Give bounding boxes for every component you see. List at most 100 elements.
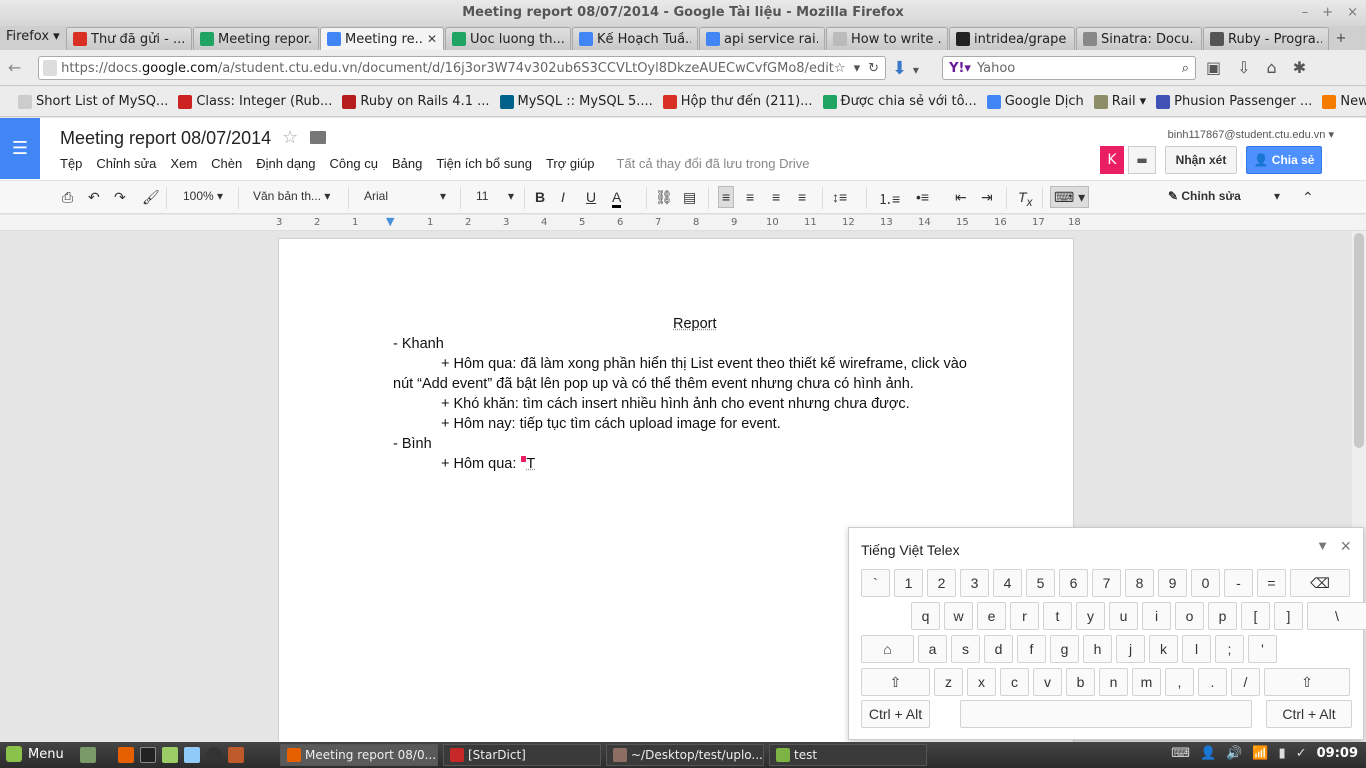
- bookmark-item[interactable]: Được chia sẻ với tô...: [822, 94, 977, 109]
- browser-tab[interactable]: Kế Hoạch Tuầ...: [572, 27, 698, 50]
- bookmark-item[interactable]: Phusion Passenger ...: [1156, 94, 1312, 109]
- keyboard-key[interactable]: -: [1224, 569, 1253, 597]
- redo-icon[interactable]: ↷: [114, 189, 126, 206]
- space-key[interactable]: [960, 700, 1252, 728]
- home-icon[interactable]: ⌂: [1267, 58, 1277, 77]
- show-desktop-icon[interactable]: [80, 747, 96, 763]
- keyboard-key[interactable]: .: [1198, 668, 1227, 696]
- keyboard-key[interactable]: d: [984, 635, 1013, 663]
- keyboard-key[interactable]: 0: [1191, 569, 1220, 597]
- extension-icon[interactable]: ✱: [1293, 58, 1306, 77]
- ruler[interactable]: 3 2 1 1 2 3 4 5 6 7 8 9 10 11 12 13 14 15 16 17 18 ▼: [0, 215, 1366, 231]
- browser-tab[interactable]: Meeting repor...: [193, 27, 319, 50]
- back-arrow-icon[interactable]: ←: [8, 58, 28, 78]
- bookmark-item[interactable]: Google Dịch: [986, 94, 1084, 109]
- justify-icon[interactable]: ≡: [798, 189, 806, 205]
- browser-tab[interactable]: api service rai...: [699, 27, 825, 50]
- url-bar[interactable]: https://docs. google.com/a/student.ctu.ed…: [38, 56, 886, 80]
- input-tools-icon[interactable]: ⌨ ▾: [1050, 186, 1090, 208]
- sublime-icon[interactable]: [228, 747, 244, 763]
- comments-button[interactable]: Nhận xét: [1165, 146, 1237, 174]
- keyboard-key[interactable]: g: [1050, 635, 1079, 663]
- search-bar[interactable]: Y!▾ Yahoo ⌕: [942, 56, 1196, 80]
- keyboard-key[interactable]: w: [944, 602, 973, 630]
- menu-item[interactable]: Xem: [170, 156, 197, 171]
- print-icon[interactable]: ⎙: [62, 189, 73, 206]
- update-icon[interactable]: ✓: [1296, 746, 1307, 761]
- user-icon[interactable]: 👤: [1200, 746, 1216, 761]
- folder-icon[interactable]: [310, 131, 326, 144]
- browser-tab[interactable]: Sinatra: Docu...: [1076, 27, 1202, 50]
- start-menu-button[interactable]: Menu: [6, 746, 64, 762]
- menu-item[interactable]: Định dạng: [256, 156, 315, 171]
- keyboard-key[interactable]: ⌂: [861, 635, 914, 663]
- keyboard-key[interactable]: ': [1248, 635, 1277, 663]
- keyboard-key[interactable]: t: [1043, 602, 1072, 630]
- keyboard-key[interactable]: ,: [1165, 668, 1194, 696]
- keyboard-key[interactable]: u: [1109, 602, 1138, 630]
- keyboard-key[interactable]: r: [1010, 602, 1039, 630]
- keyboard-key[interactable]: y: [1076, 602, 1105, 630]
- avatar[interactable]: K: [1100, 146, 1124, 174]
- bookmark-item[interactable]: Class: Integer (Rub...: [178, 94, 332, 109]
- keyboard-key[interactable]: o: [1175, 602, 1204, 630]
- taskbar-window[interactable]: [StarDict]: [443, 744, 601, 766]
- dropdown-icon[interactable]: ▾: [854, 61, 861, 76]
- addon-icon[interactable]: ▣: [1206, 58, 1221, 77]
- clock[interactable]: 09:09: [1317, 746, 1358, 761]
- star-icon[interactable]: ☆: [282, 127, 298, 148]
- ctrl-alt-left-key[interactable]: Ctrl + Alt: [861, 700, 930, 728]
- keyboard-key[interactable]: 6: [1059, 569, 1088, 597]
- text-color-icon[interactable]: A: [612, 189, 622, 208]
- keyboard-key[interactable]: q: [911, 602, 940, 630]
- minimize-icon[interactable]: –: [1302, 0, 1309, 26]
- menu-item[interactable]: Tiện ích bổ sung: [436, 156, 532, 171]
- decrease-indent-icon[interactable]: ⇤: [955, 189, 967, 206]
- document-title[interactable]: Meeting report 08/07/2014: [60, 128, 271, 149]
- zoom-select[interactable]: 100% ▾: [183, 189, 223, 203]
- clear-formatting-icon[interactable]: Tx: [1018, 189, 1032, 209]
- editing-mode-select[interactable]: ✎ Chỉnh sửa ▾: [1168, 189, 1280, 203]
- keyboard-key[interactable]: m: [1132, 668, 1161, 696]
- downloads-icon[interactable]: ⇩: [1237, 58, 1250, 77]
- align-right-icon[interactable]: ≡: [772, 189, 780, 205]
- save-status[interactable]: Tất cả thay đổi đã lưu trong Drive: [616, 156, 809, 171]
- italic-icon[interactable]: I: [561, 189, 565, 205]
- keyboard-key[interactable]: =: [1257, 569, 1286, 597]
- keyboard-key[interactable]: ⌫: [1290, 569, 1350, 597]
- volume-icon[interactable]: 🔊: [1226, 746, 1242, 761]
- keyboard-key[interactable]: 7: [1092, 569, 1121, 597]
- keyboard-key[interactable]: 4: [993, 569, 1022, 597]
- bookmark-item[interactable]: Ruby on Rails 4.1 ...: [342, 94, 490, 109]
- bulleted-list-icon[interactable]: •≡: [916, 189, 929, 205]
- browser-tab[interactable]: Uoc luong th...: [445, 27, 571, 50]
- browser-tab[interactable]: Ruby - Progra...: [1203, 27, 1329, 50]
- close-keyboard-icon[interactable]: ×: [1340, 536, 1351, 557]
- keyboard-key[interactable]: c: [1000, 668, 1029, 696]
- new-tab-icon[interactable]: +: [1330, 28, 1352, 50]
- keyboard-key[interactable]: i: [1142, 602, 1171, 630]
- keyboard-key[interactable]: 5: [1026, 569, 1055, 597]
- media-icon[interactable]: [206, 747, 222, 763]
- account-email[interactable]: binh117867@student.ctu.edu.vn ▾: [1168, 128, 1334, 141]
- close-tab-icon[interactable]: ✕: [427, 32, 437, 46]
- keyboard-key[interactable]: ;: [1215, 635, 1244, 663]
- menu-item[interactable]: Bảng: [392, 156, 422, 171]
- font-size-select[interactable]: 11 ▾: [476, 189, 514, 203]
- keyboard-key[interactable]: 1: [894, 569, 923, 597]
- keyboard-key[interactable]: b: [1066, 668, 1095, 696]
- menu-item[interactable]: Trợ giúp: [546, 156, 595, 171]
- keyboard-key[interactable]: ]: [1274, 602, 1303, 630]
- bookmark-item[interactable]: Hộp thư đến (211)...: [662, 94, 813, 109]
- keyboard-key[interactable]: 8: [1125, 569, 1154, 597]
- taskbar-window[interactable]: Meeting report 08/0...: [280, 744, 438, 766]
- keyboard-key[interactable]: x: [967, 668, 996, 696]
- browser-tab[interactable]: intridea/grape: [949, 27, 1075, 50]
- minimize-keyboard-icon[interactable]: ▼: [1316, 538, 1329, 553]
- keyboard-key[interactable]: ⇧: [1264, 668, 1350, 696]
- battery-icon[interactable]: ▮: [1279, 746, 1286, 761]
- keyboard-key[interactable]: ⇧: [861, 668, 930, 696]
- firefox-menu-button[interactable]: Firefox ▾: [0, 26, 66, 50]
- keyboard-key[interactable]: \: [1307, 602, 1366, 630]
- align-center-icon[interactable]: ≡: [746, 189, 754, 205]
